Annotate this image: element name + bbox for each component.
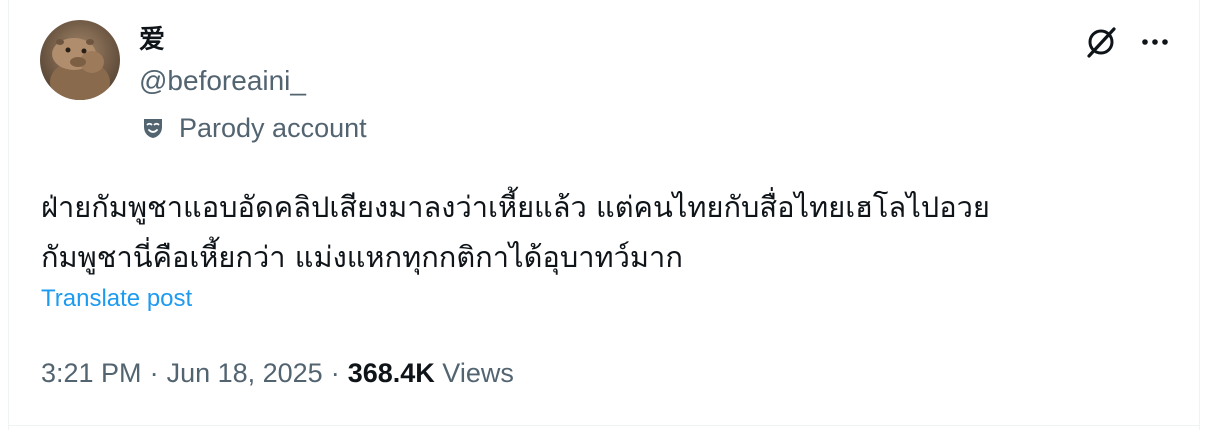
views-label: Views [442,358,514,388]
tweet-time[interactable]: 3:21 PM [41,358,142,388]
divider [9,425,1199,426]
tweet-meta: 3:21 PM · Jun 18, 2025 · 368.4K Views [41,355,514,391]
views-count[interactable]: 368.4K [348,358,435,388]
display-name[interactable]: 爱 [139,22,165,56]
parody-account-text: Parody account [179,113,367,143]
meta-separator: · [149,358,159,388]
parody-account-label: Parody account [141,110,367,146]
more-options-icon[interactable] [1137,30,1173,54]
meta-separator: · [330,358,340,388]
grok-icon[interactable] [1083,24,1119,60]
tweet-text: ฝ่ายกัมพูชาแอบอัดคลิปเสียงมาลงว่าเหี้ยแล… [41,182,1181,282]
tweet-date[interactable]: Jun 18, 2025 [167,358,323,388]
user-handle[interactable]: @beforeaini_ [139,63,306,99]
capybara-avatar-icon [40,20,120,100]
tweet-card: 爱 @beforeaini_ Parody account ฝ่ายกัมพูช… [8,0,1200,430]
tweet-text-line: กัมพูชานี่คือเหี้ยกว่า แม่งแหกทุกกติกาได… [41,240,683,274]
avatar[interactable] [40,20,120,100]
translate-post-link[interactable]: Translate post [41,283,192,315]
parody-mask-icon [141,116,165,140]
tweet-text-line: ฝ่ายกัมพูชาแอบอัดคลิปเสียงมาลงว่าเหี้ยแล… [41,190,990,224]
